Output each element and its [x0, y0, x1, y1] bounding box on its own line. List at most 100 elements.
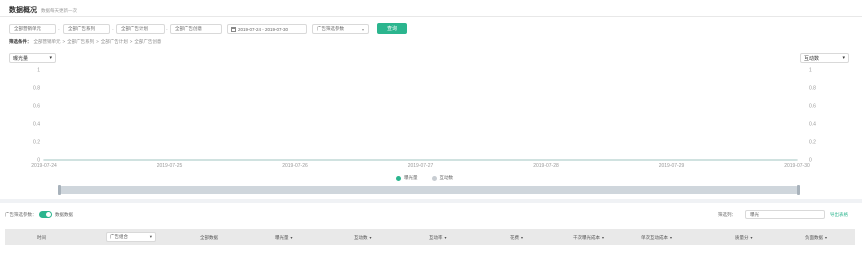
column-header-all: 全部数据 [200, 235, 218, 240]
chart-legend: 曝光量 互动数 [396, 175, 453, 181]
data-point [545, 159, 547, 161]
toggle-label: 数据数据 [55, 212, 73, 217]
ad-group-value: 广告组合 [110, 234, 128, 239]
column-header-rate[interactable]: 互动率 ▼ [429, 235, 447, 241]
right-metric-select[interactable]: 互动数 ▾ [800, 53, 849, 63]
y-tick-label-left: 0 [37, 158, 40, 164]
data-point [43, 159, 45, 161]
dimension-select-value: 广告筛选参数 [317, 26, 344, 31]
data-point [419, 159, 422, 161]
data-point [545, 159, 547, 161]
y-tick-label-right: 0.2 [809, 140, 816, 146]
query-button[interactable]: 查询 [377, 23, 407, 34]
title-row: 数据概况 数据每天更新一次 [9, 5, 77, 14]
filter-columns-label: 筛选列： [718, 212, 736, 217]
data-toggle[interactable] [39, 211, 52, 218]
data-point [419, 159, 422, 161]
column-header-time: 时间 [37, 235, 46, 240]
sort-down-icon: ▼ [669, 236, 673, 240]
sort-down-icon: ▼ [520, 236, 524, 240]
column-header-quality[interactable]: 质量分 ▼ [735, 235, 753, 241]
creative-select[interactable]: 全部广告创意 [170, 24, 222, 34]
breadcrumb-separator: > [129, 39, 133, 44]
filter-columns-select[interactable]: 曝光 [745, 210, 825, 219]
y-tick-label-left: 0.2 [33, 140, 40, 146]
export-link[interactable]: 导出表格 [830, 212, 848, 218]
column-header-cpe[interactable]: 单次互动成本 ▼ [641, 235, 673, 241]
breadcrumb-item[interactable]: 全部营销单元 [34, 39, 61, 45]
chevron-down-icon: ▾ [361, 26, 364, 32]
series-select[interactable]: 全部广告系列 [63, 24, 110, 34]
zoom-slider[interactable] [58, 185, 800, 195]
breadcrumb: 筛选条件： 全部营销单元 > 全部广告系列 > 全部广告计划 > 全部广告创意 [9, 39, 161, 45]
left-metric-value: 曝光量 [13, 55, 29, 62]
date-range-value: 2019-07-24 - 2019-07-30 [238, 26, 289, 32]
legend-dot [396, 175, 401, 181]
legend-item[interactable]: 曝光量 [396, 175, 418, 181]
chevron-down-icon: ▾ [842, 55, 845, 61]
data-point [168, 159, 171, 161]
slider-handle-left[interactable] [58, 185, 61, 195]
y-tick-label-right: 0.6 [809, 104, 816, 110]
separator-icon: - [112, 27, 114, 33]
column-header-cpm[interactable]: 千次曝光成本 ▼ [573, 235, 605, 241]
chevron-down-icon: ▾ [149, 234, 152, 239]
breadcrumb-label: 筛选条件： [9, 39, 32, 44]
legend-item[interactable]: 互动数 [431, 175, 454, 181]
y-tick-label-left: 0.4 [33, 122, 40, 128]
legend-label: 互动数 [439, 175, 454, 180]
breadcrumb-separator: > [62, 39, 66, 44]
column-header-negative[interactable]: 负面数据 ▼ [805, 235, 828, 241]
date-range-picker[interactable]: 2019-07-24 - 2019-07-30 [227, 24, 307, 34]
overview-panel: 数据概况 数据每天更新一次 全部营销单元 - 全部广告系列 - 全部广告计划 -… [0, 0, 862, 199]
data-point [796, 159, 798, 161]
right-metric-value: 互动数 [804, 55, 820, 62]
data-point [294, 159, 296, 161]
data-point [796, 159, 798, 161]
x-tick-label: 2019-07-30 [784, 163, 810, 169]
breadcrumb-item[interactable]: 全部广告计划 [101, 39, 128, 45]
account-select[interactable]: 全部营销单元 [9, 24, 56, 34]
breadcrumb-separator: > [96, 39, 99, 44]
creative-select-value: 全部广告创意 [175, 26, 202, 31]
table-header: 时间 广告组合 ▾ 全部数据 曝光量 ▼ 互动数 ▼ 互动率 ▼ 花费 ▼ 千次… [5, 229, 855, 245]
dimension-select[interactable]: 广告筛选参数 ▾ [312, 24, 369, 34]
y-tick-label-right: 0.8 [809, 86, 816, 92]
plan-select[interactable]: 全部广告计划 [116, 24, 165, 34]
data-point [43, 159, 45, 161]
column-header-impressions[interactable]: 曝光量 ▼ [275, 235, 293, 241]
sort-down-icon: ▼ [443, 236, 448, 240]
left-metric-select[interactable]: 曝光量 ▾ [9, 53, 56, 63]
y-tick-label-right: 1 [809, 68, 812, 74]
chevron-down-icon: ▾ [49, 55, 52, 61]
page-subtitle: 数据每天更新一次 [41, 8, 77, 13]
series-select-value: 全部广告系列 [68, 26, 95, 31]
divider [0, 16, 862, 17]
page-title: 数据概况 [9, 7, 37, 14]
plan-select-value: 全部广告计划 [121, 26, 148, 31]
separator-icon: - [166, 27, 168, 33]
x-tick-label: 2019-07-29 [659, 163, 685, 169]
ad-group-select[interactable]: 广告组合 ▾ [106, 232, 156, 242]
sort-down-icon: ▼ [749, 236, 754, 240]
calendar-icon [231, 26, 236, 32]
filter-columns-value: 曝光 [750, 211, 759, 217]
breadcrumb-item[interactable]: 全部广告创意 [134, 39, 161, 45]
separator-icon: - [58, 27, 60, 33]
y-tick-label-right: 0 [809, 158, 812, 164]
column-header-interactions[interactable]: 互动数 ▼ [354, 235, 372, 241]
sort-down-icon: ▼ [601, 236, 605, 240]
account-select-value: 全部营销单元 [14, 26, 41, 31]
y-tick-label-left: 0.8 [33, 86, 40, 92]
data-point [670, 159, 673, 161]
slider-handle-right[interactable] [797, 185, 800, 195]
x-tick-label: 2019-07-27 [408, 163, 434, 169]
x-tick-label: 2019-07-26 [282, 163, 308, 169]
dimension-label: 广告筛选参数： [5, 212, 37, 217]
x-tick-label: 2019-07-24 [31, 163, 57, 169]
x-tick-label: 2019-07-28 [533, 163, 559, 169]
data-point [670, 159, 673, 161]
sort-down-icon: ▼ [824, 236, 828, 240]
breadcrumb-item[interactable]: 全部广告系列 [67, 39, 94, 45]
column-header-cost[interactable]: 花费 ▼ [510, 235, 524, 241]
